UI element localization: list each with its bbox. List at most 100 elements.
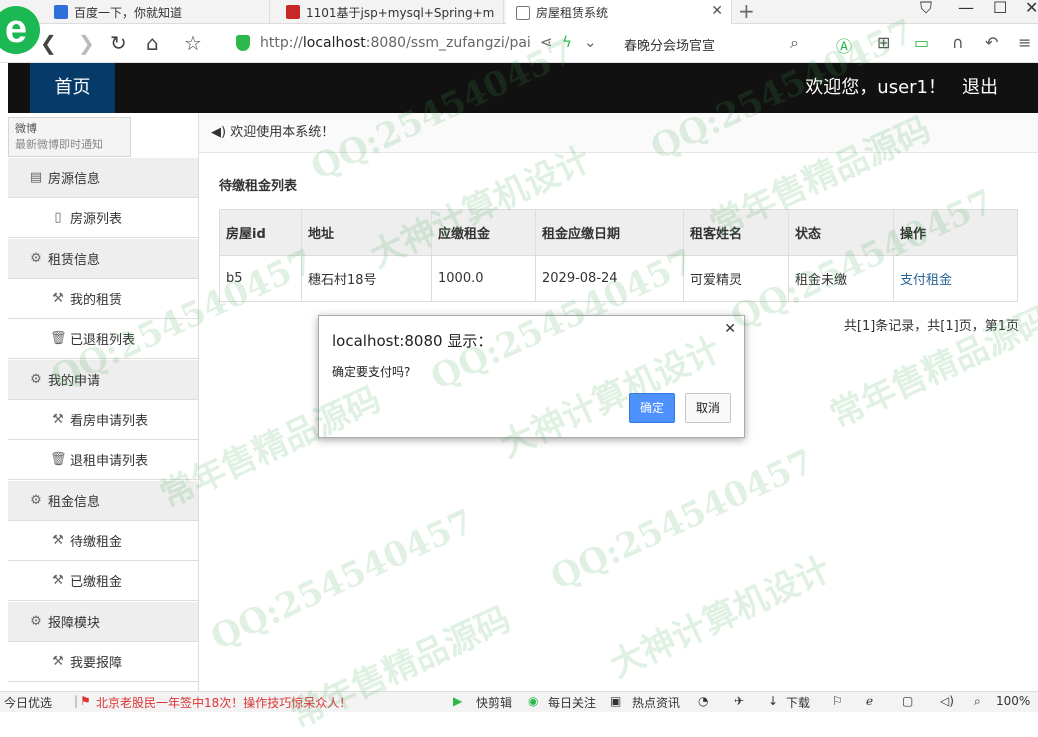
sidebar-group-label: 房源信息 <box>48 172 101 187</box>
volume-icon[interactable]: ◁) <box>940 694 954 708</box>
sidebar-item-rent-due[interactable]: ⚒ 待缴租金 <box>8 521 198 561</box>
wrench-icon: ⚒ <box>52 654 64 669</box>
cell-tenant: 可爱精灵 <box>683 255 789 302</box>
logout-link[interactable]: 退出 <box>962 63 998 113</box>
sidebar-item-viewing-requests[interactable]: ⚒ 看房申请列表 <box>8 400 198 440</box>
sidebar-item-label: 已退租列表 <box>70 333 136 348</box>
wrench-icon: ⚒ <box>52 412 64 427</box>
column-header: 房屋id <box>219 209 302 256</box>
battery-icon[interactable]: ▭ <box>914 33 929 52</box>
dialog-message: 确定要支付吗? <box>332 365 411 379</box>
ie-icon[interactable]: ℯ <box>866 694 873 708</box>
gear-icon: ⚙ <box>30 614 42 629</box>
browser-status-bar: 今日优选 | ⚑ 北京老股民一年签中18次！操作技巧惊呆众人！ ▶ 快剪辑 ◉ … <box>0 691 1038 712</box>
column-header: 地址 <box>301 209 432 256</box>
forward-icon[interactable]: ❯ <box>78 31 95 55</box>
weibo-title: 微博 <box>15 122 37 135</box>
tab-label: 1101基于jsp+mysql+Spring+m <box>306 5 495 20</box>
search-icon[interactable]: ⌕ <box>790 33 799 53</box>
column-header: 应缴租金 <box>431 209 536 256</box>
sidebar-item-rent-paid[interactable]: ⚒ 已缴租金 <box>8 561 198 601</box>
pin-icon[interactable]: ✈ <box>734 694 744 708</box>
sidebar-item-report-fault[interactable]: ⚒ 我要报障 <box>8 642 198 682</box>
cell-status: 租金未缴 <box>788 255 894 302</box>
confirm-ok-button[interactable]: 确定 <box>629 393 675 423</box>
dialog-close-icon[interactable]: ✕ <box>724 321 736 337</box>
wrench-icon: ⚒ <box>52 291 64 306</box>
daily-icon: ◉ <box>528 694 539 708</box>
speaker-icon: ◀) <box>211 125 227 140</box>
news-ticker-link[interactable]: 北京老股民一年签中18次！操作技巧惊呆众人！ <box>96 694 351 711</box>
zoom-level[interactable]: 100% <box>996 694 1030 708</box>
sidebar-item-label: 我要报障 <box>70 656 123 671</box>
url-text: http://localhost:8080/ssm_zufangzi/pai <box>260 35 531 51</box>
sidebar-item-label: 待缴租金 <box>70 535 123 550</box>
welcome-text: 欢迎您，user1！ <box>805 77 946 98</box>
page-favicon-icon <box>516 5 530 20</box>
weibo-notification-popup[interactable]: 微博 最新微博即时通知 <box>8 117 131 157</box>
window-close-icon[interactable]: ✕ <box>1025 0 1038 17</box>
home-icon[interactable]: ⌂ <box>146 31 159 55</box>
sidebar-item-label: 看房申请列表 <box>70 414 149 429</box>
tab-label: 房屋租赁系统 <box>536 6 609 20</box>
daily-follow-link[interactable]: 每日关注 <box>548 694 596 711</box>
headphones-icon[interactable]: ∩ <box>952 33 964 52</box>
column-header: 操作 <box>893 209 1018 256</box>
shirt-skin-icon[interactable]: ⛉ <box>920 0 932 18</box>
cell-house-id: b5 <box>219 255 302 302</box>
divider-icon: | <box>74 694 79 708</box>
download-icon: ↓ <box>768 694 779 708</box>
tab-project[interactable]: 1101基于jsp+mysql+Spring+m <box>276 0 504 24</box>
speed-icon[interactable]: ◔ <box>698 694 708 708</box>
translate-icon[interactable]: Ⓐ <box>836 33 852 57</box>
sidebar-item-checkout-requests[interactable]: 🗑 退租申请列表 <box>8 440 198 480</box>
confirm-cancel-button[interactable]: 取消 <box>685 393 731 423</box>
project-favicon-icon <box>286 5 300 19</box>
breadcrumb: ◀) 欢迎使用本系统！ <box>199 113 1038 153</box>
minimize-icon[interactable]: — <box>958 0 974 17</box>
today-picks-link[interactable]: 今日优选 <box>4 694 52 711</box>
sidebar-item-label: 房源列表 <box>70 212 123 227</box>
tab-rental-system[interactable]: 房屋租赁系统 ✕ <box>506 0 732 25</box>
tab-close-icon[interactable]: ✕ <box>711 3 723 19</box>
hot-news-link[interactable]: 热点资讯 <box>632 694 680 711</box>
pagination-info: 共[1]条记录，共[1]页，第1页 <box>843 319 1019 334</box>
cell-due-date: 2029-08-24 <box>535 255 684 302</box>
sidebar-item-house-list[interactable]: ▯ 房源列表 <box>8 198 198 238</box>
sidebar-group-lease-info[interactable]: ⚙ 租赁信息 <box>8 239 198 279</box>
tab-baidu[interactable]: 百度一下，你就知道 <box>44 0 270 24</box>
cell-address: 穗石村18号 <box>301 255 432 302</box>
app-header: 首页 欢迎您，user1！ 退出 <box>8 63 1038 113</box>
menu-icon[interactable]: ≡ <box>1018 33 1031 52</box>
pay-rent-link[interactable]: 支付租金 <box>900 273 952 288</box>
sidebar-item-my-lease[interactable]: ⚒ 我的租赁 <box>8 279 198 319</box>
window-icon[interactable]: ▢ <box>902 694 913 708</box>
favorite-star-icon[interactable]: ☆ <box>184 31 202 55</box>
home-nav-button[interactable]: 首页 <box>30 63 115 113</box>
sidebar-group-rent-info[interactable]: ⚙ 租金信息 <box>8 481 198 521</box>
sidebar-group-house-info[interactable]: ▤ 房源信息 <box>8 158 198 198</box>
maximize-icon[interactable]: ☐ <box>993 0 1007 17</box>
sidebar-group-fault-report[interactable]: ⚙ 报障模块 <box>8 602 198 642</box>
flag-icon[interactable]: ⚐ <box>832 694 843 708</box>
dropdown-chevron-icon[interactable]: ⌄ <box>584 33 597 51</box>
undo-icon[interactable]: ↶ <box>985 33 998 52</box>
page-title: 待缴租金列表 <box>219 179 298 194</box>
breadcrumb-text: 欢迎使用本系统！ <box>230 125 335 140</box>
apps-grid-icon[interactable]: ⊞ <box>877 33 890 52</box>
download-link[interactable]: 下载 <box>786 694 810 711</box>
table-header-row: 房屋id 地址 应缴租金 租金应缴日期 租客姓名 状态 操作 <box>219 209 1018 256</box>
lightning-icon[interactable]: ϟ <box>562 33 572 51</box>
back-icon[interactable]: ❮ <box>40 31 57 55</box>
quick-clip-link[interactable]: 快剪辑 <box>476 694 512 711</box>
news-flag-icon: ⚑ <box>80 694 91 708</box>
sidebar-item-ended-lease[interactable]: 🗑 已退租列表 <box>8 319 198 359</box>
share-icon[interactable]: ⋖ <box>540 33 553 51</box>
sidebar-group-my-requests[interactable]: ⚙ 我的申请 <box>8 360 198 400</box>
gear-icon: ⚙ <box>30 251 42 266</box>
refresh-icon[interactable]: ↻ <box>110 31 127 55</box>
new-tab-icon[interactable]: + <box>738 0 755 22</box>
sidebar-group-label: 我的申请 <box>48 374 101 389</box>
search-suggestion-link[interactable]: 春晚分会场官宣 <box>624 35 715 54</box>
trash-icon: 🗑 <box>50 452 67 467</box>
